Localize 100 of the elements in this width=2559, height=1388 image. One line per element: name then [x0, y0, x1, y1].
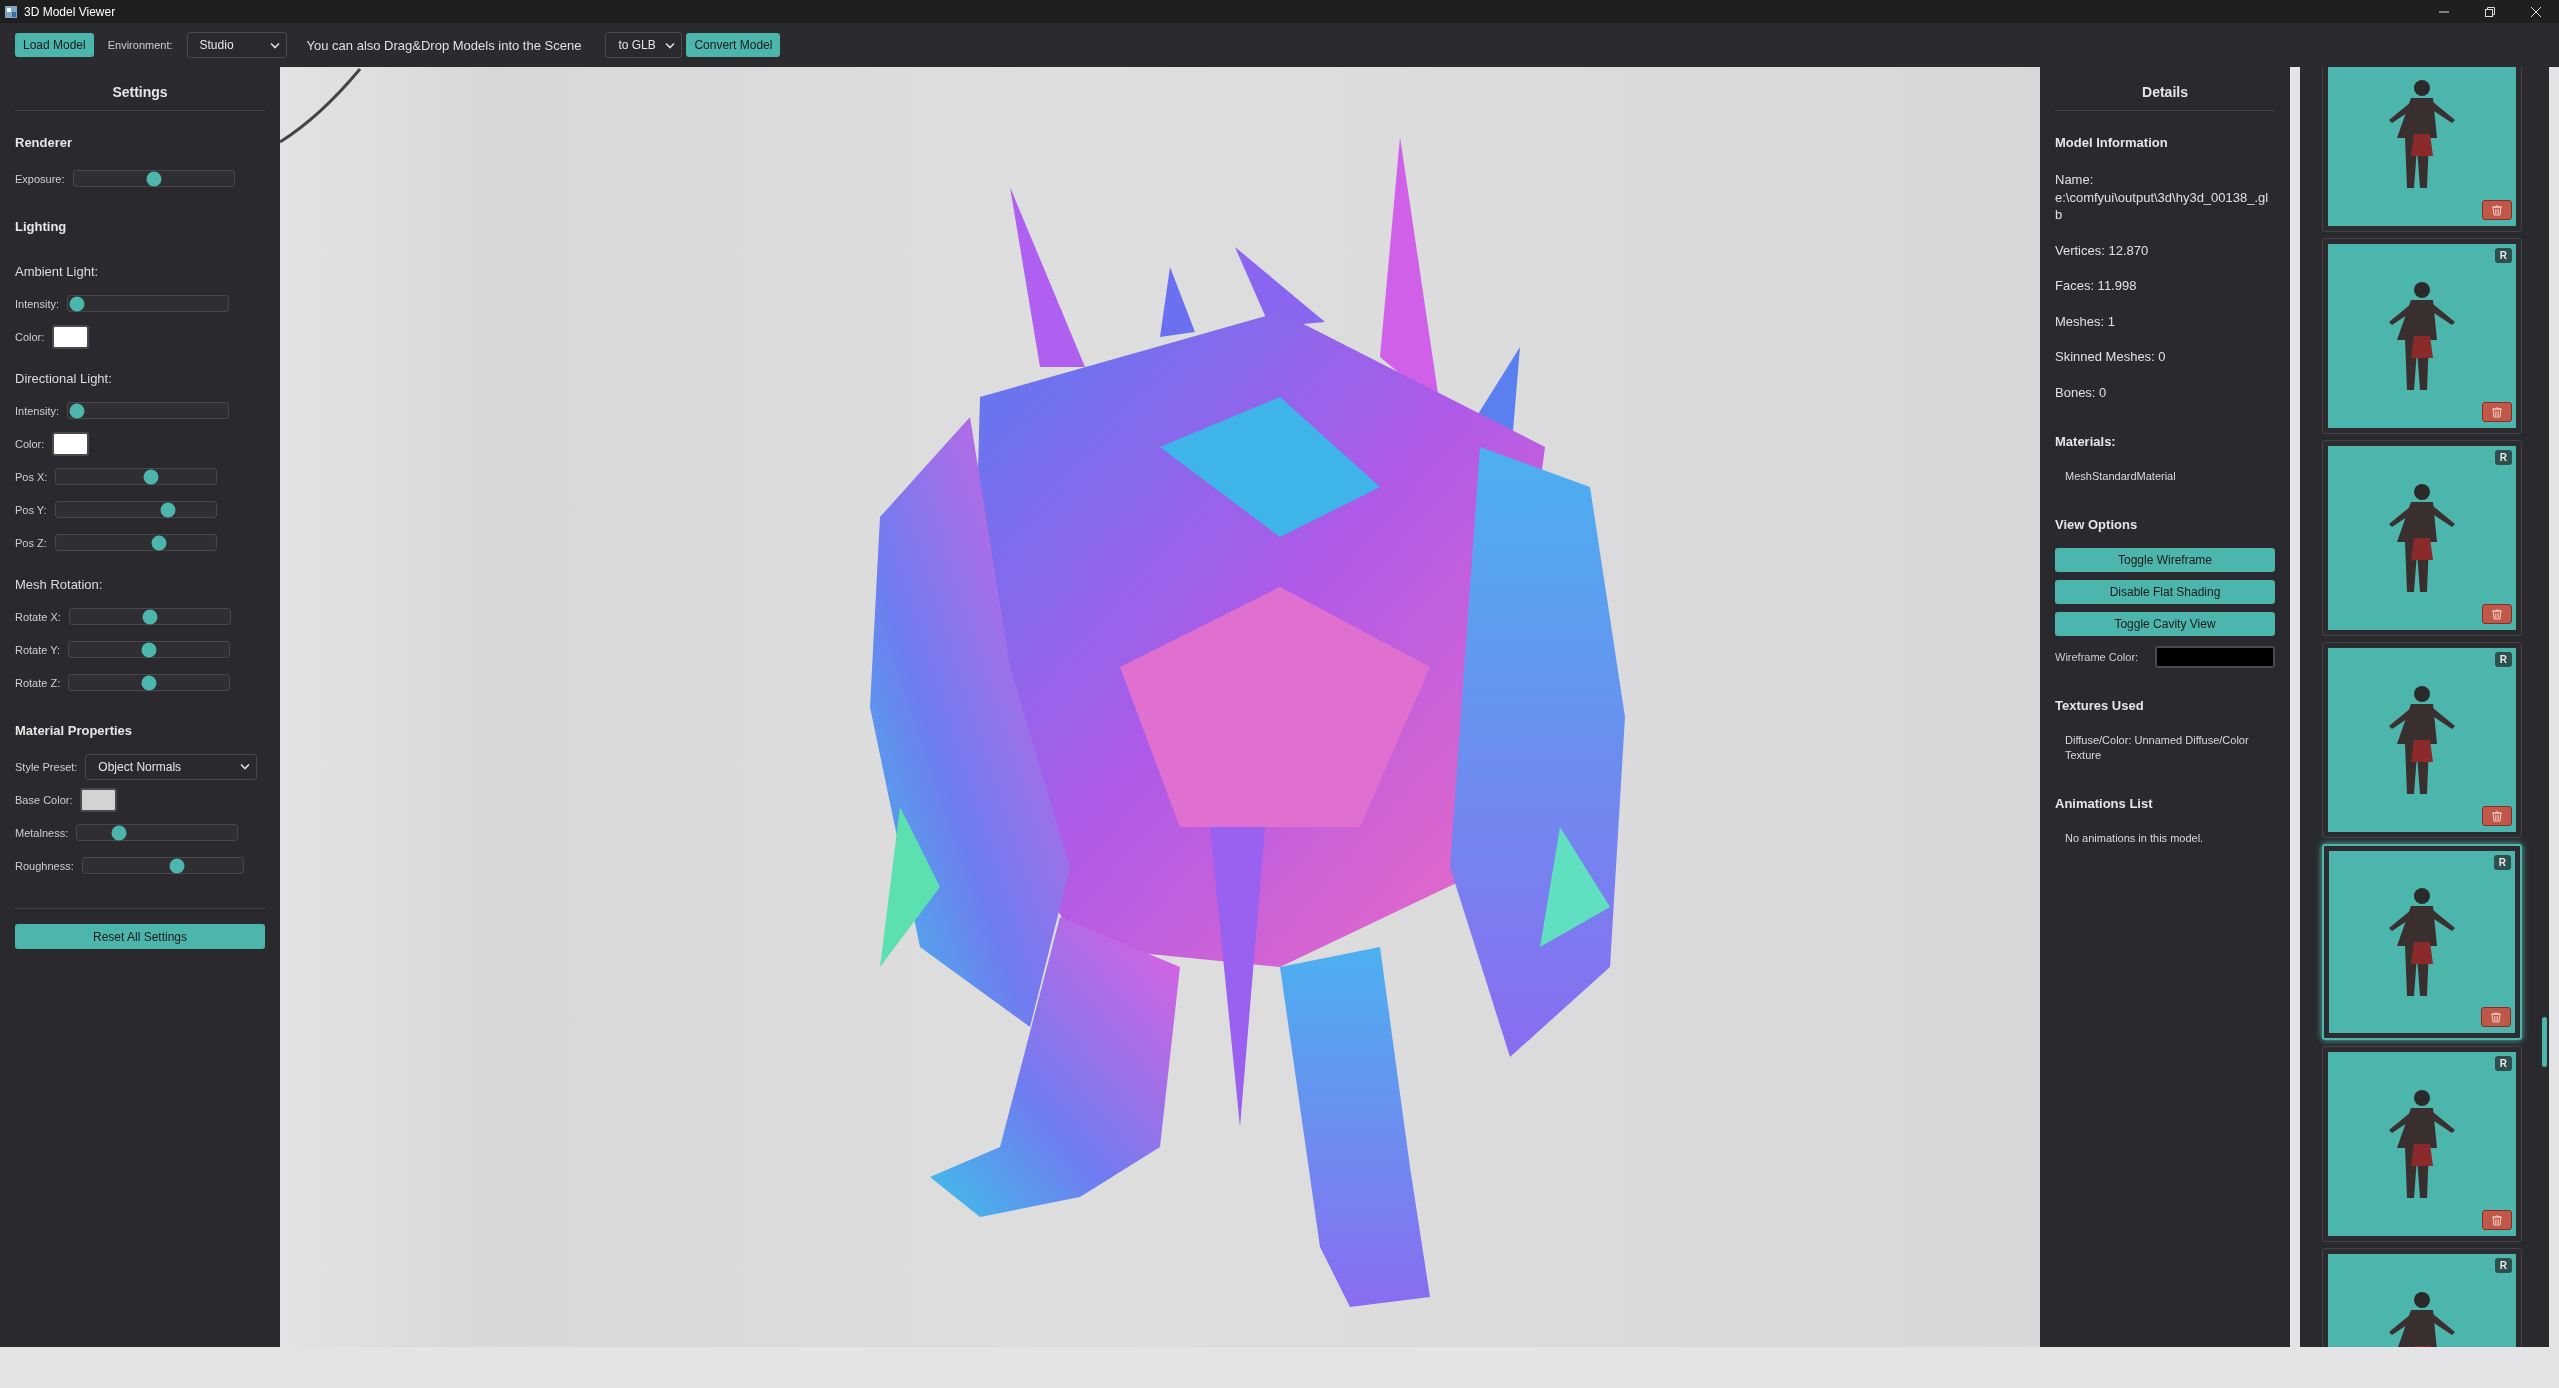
field-label: Roughness: [15, 859, 74, 872]
drag-drop-hint: You can also Drag&Drop Models into the Scene [306, 37, 582, 53]
slider-thumb[interactable] [69, 403, 85, 418]
section-heading: Model Information [2055, 135, 2169, 150]
delete-button[interactable] [2482, 402, 2512, 422]
slider-thumb[interactable] [169, 858, 185, 873]
trash-icon [2491, 406, 2503, 418]
color-swatch[interactable] [52, 324, 90, 349]
model-card[interactable]: R [2322, 1248, 2522, 1347]
window-title: 3D Model Viewer [24, 4, 117, 19]
slider-track[interactable] [68, 608, 231, 625]
color-swatch[interactable] [52, 431, 90, 456]
subsection-heading: Mesh Rotation: [15, 577, 104, 592]
convert-model-button[interactable]: Convert Model [686, 33, 781, 57]
field-label: Rotate X: [15, 610, 61, 623]
slider-track[interactable] [68, 641, 231, 658]
list-entry: MeshStandardMaterial [2065, 469, 2177, 485]
section-heading: Material Properties [15, 723, 134, 738]
color-swatch[interactable] [2155, 645, 2275, 668]
field-label: Rotate Z: [15, 676, 61, 689]
load-model-button[interactable]: Load Model [15, 33, 94, 57]
slider-thumb[interactable] [143, 469, 159, 484]
view-option-button[interactable]: Toggle Wireframe [2055, 547, 2275, 572]
style-preset-dropdown[interactable]: Object Normals [85, 753, 258, 780]
section-heading: Renderer [15, 135, 74, 150]
scrollbar-thumb[interactable] [2542, 1017, 2547, 1067]
trash-icon [2491, 608, 2503, 620]
environment-dropdown[interactable]: Studio [186, 32, 287, 58]
format-dropdown[interactable]: to GLB [605, 32, 683, 58]
info-text: Bones: 0 [2055, 383, 2108, 402]
delete-button[interactable] [2481, 1007, 2511, 1027]
field-label: Intensity: [15, 297, 60, 310]
delete-button[interactable] [2482, 1210, 2512, 1230]
slider-track[interactable] [68, 674, 231, 691]
field-label: Style Preset: [15, 760, 78, 773]
slider-track[interactable] [54, 534, 217, 551]
slider-track[interactable] [81, 857, 244, 874]
field-label: Pos Y: [15, 503, 47, 516]
subsection-heading: Directional Light: [15, 371, 113, 386]
field-label: Base Color: [15, 793, 73, 806]
field-label: Metalness: [15, 826, 69, 839]
reload-badge[interactable]: R [2494, 1056, 2512, 1071]
info-text: Skinned Meshes: 0 [2055, 348, 2167, 366]
field-label: Pos Z: [15, 536, 47, 549]
panel-title: Details [2142, 84, 2188, 100]
chevron-down-icon [665, 41, 676, 49]
subsection-heading: Ambient Light: [15, 264, 100, 279]
slider-track[interactable] [72, 170, 235, 187]
delete-button[interactable] [2482, 200, 2512, 220]
slider-track[interactable] [54, 501, 217, 518]
section-heading: Materials: [2055, 434, 2117, 450]
info-text: Vertices: 12.870 [2055, 241, 2150, 260]
slider-track[interactable] [55, 468, 218, 485]
reload-badge[interactable]: R [2494, 248, 2512, 263]
color-swatch[interactable] [80, 787, 118, 812]
model-card[interactable]: R [2322, 642, 2522, 838]
reload-badge[interactable]: R [2494, 652, 2512, 667]
trash-icon [2491, 810, 2503, 822]
chevron-down-icon [240, 763, 251, 770]
section-heading: Animations List [2055, 795, 2154, 811]
delete-button[interactable] [2482, 806, 2512, 826]
slider-thumb[interactable] [111, 825, 127, 840]
delete-button[interactable] [2482, 604, 2512, 624]
reload-badge[interactable]: R [2494, 1258, 2512, 1273]
field-label: Color: [15, 330, 45, 343]
slider-thumb[interactable] [151, 535, 167, 550]
slider-thumb[interactable] [160, 502, 176, 517]
slider-thumb[interactable] [69, 296, 85, 311]
slider-thumb[interactable] [141, 642, 157, 657]
section-heading: Lighting [15, 219, 68, 234]
list-entry: No animations in this model. [2065, 830, 2205, 846]
slider-track[interactable] [67, 402, 230, 419]
slider-track[interactable] [76, 824, 239, 841]
info-text: Faces: 11.998 [2055, 277, 2138, 295]
model-card[interactable]: R [2322, 440, 2522, 636]
view-option-button[interactable]: Toggle Cavity View [2055, 611, 2275, 636]
model-card[interactable]: R [2322, 1046, 2522, 1242]
list-entry: Diffuse/Color: Unnamed Diffuse/Color Texture [2065, 732, 2250, 764]
section-heading: View Options [2055, 516, 2139, 532]
info-text: Meshes: 1 [2055, 312, 2116, 331]
slider-thumb[interactable] [141, 675, 157, 690]
field-label: Pos X: [15, 470, 48, 483]
panel-title: Settings [112, 84, 168, 100]
trash-icon [2491, 1214, 2503, 1226]
view-option-button[interactable]: Disable Flat Shading [2055, 579, 2275, 604]
reload-badge[interactable]: R [2493, 855, 2511, 870]
field-label: Intensity: [15, 404, 60, 417]
slider-track[interactable] [67, 295, 230, 312]
field-label: Rotate Y: [15, 643, 61, 656]
model-card[interactable]: R [2322, 844, 2522, 1040]
reload-badge[interactable]: R [2494, 450, 2512, 465]
reset-settings-button[interactable]: Reset All Settings [15, 924, 265, 949]
restore-icon [2484, 5, 2496, 18]
section-heading: Textures Used [2055, 697, 2145, 713]
chevron-down-icon [269, 41, 280, 49]
slider-thumb[interactable] [142, 609, 158, 624]
info-text: Name: e:\comfyui\output\3d\hy3d_00138_.glb [2055, 171, 2270, 224]
slider-thumb[interactable] [146, 171, 162, 186]
app-icon [4, 4, 18, 19]
model-card[interactable]: R [2322, 238, 2522, 434]
